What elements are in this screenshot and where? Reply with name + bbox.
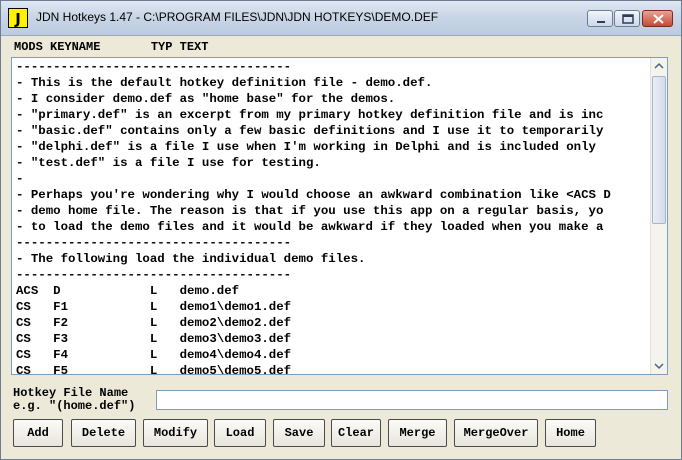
hotkey-file-example: e.g. "(home.def") (13, 399, 136, 413)
editor-lines[interactable]: ------------------------------------- - T… (16, 59, 648, 374)
save-button-label: Save (284, 426, 314, 440)
delete-button[interactable]: Delete (71, 419, 136, 447)
editor-line[interactable]: - This is the default hotkey definition … (16, 75, 648, 91)
editor-line[interactable]: - I consider demo.def as "home base" for… (16, 91, 648, 107)
load-button[interactable]: Load (214, 419, 266, 447)
editor-line[interactable]: - (16, 171, 648, 187)
home-button-label: Home (556, 426, 585, 440)
editor-line[interactable]: - "delphi.def" is a file I use when I'm … (16, 139, 648, 155)
editor-line[interactable]: - "primary.def" is an excerpt from my pr… (16, 107, 648, 123)
editor-line[interactable]: ------------------------------------- (16, 235, 648, 251)
save-button[interactable]: Save (273, 419, 325, 447)
mergeover-button[interactable]: MergeOver (454, 419, 538, 447)
modify-button[interactable]: Modify (143, 419, 208, 447)
home-button[interactable]: Home (545, 419, 596, 447)
editor-line[interactable]: - Perhaps you're wondering why I would c… (16, 187, 648, 203)
vertical-scrollbar[interactable] (650, 58, 667, 374)
close-button[interactable] (642, 10, 673, 27)
editor-line[interactable]: ------------------------------------- (16, 267, 648, 283)
editor-line[interactable]: - The following load the individual demo… (16, 251, 648, 267)
editor-line[interactable]: - to load the demo files and it would be… (16, 219, 648, 235)
title-bar[interactable]: J JDN Hotkeys 1.47 - C:\PROGRAM FILES\JD… (1, 1, 681, 36)
editor-line[interactable]: CS F4 L demo4\demo4.def (16, 347, 648, 363)
merge-button-label: Merge (399, 426, 436, 440)
editor-line[interactable]: CS F5 L demo5\demo5.def (16, 363, 648, 374)
minimize-icon (597, 21, 605, 23)
add-button-label: Add (27, 426, 49, 440)
editor-line[interactable]: CS F2 L demo2\demo2.def (16, 315, 648, 331)
app-icon[interactable]: J (8, 8, 28, 28)
app-window: J JDN Hotkeys 1.47 - C:\PROGRAM FILES\JD… (0, 0, 682, 460)
editor-line[interactable]: - demo home file. The reason is that if … (16, 203, 648, 219)
mergeover-button-label: MergeOver (463, 426, 529, 440)
scroll-up-icon[interactable] (651, 58, 667, 74)
delete-button-label: Delete (81, 426, 126, 440)
add-button[interactable]: Add (13, 419, 63, 447)
editor-line[interactable]: - "basic.def" contains only a few basic … (16, 123, 648, 139)
clear-button-label: Clear (337, 426, 374, 440)
modify-button-label: Modify (153, 426, 198, 440)
window-title: JDN Hotkeys 1.47 - C:\PROGRAM FILES\JDN\… (36, 10, 439, 24)
maximize-button[interactable] (614, 10, 640, 27)
hotkey-file-label: Hotkey File Name (13, 386, 129, 400)
hotkey-definition-editor[interactable]: ------------------------------------- - T… (11, 57, 668, 375)
editor-line[interactable]: ACS D L demo.def (16, 283, 648, 299)
maximize-icon (622, 14, 634, 24)
minimize-button[interactable] (587, 10, 613, 27)
clear-button[interactable]: Clear (331, 419, 381, 447)
editor-line[interactable]: CS F1 L demo1\demo1.def (16, 299, 648, 315)
hotkey-file-name-input[interactable] (156, 390, 668, 410)
editor-line[interactable]: - "test.def" is a file I use for testing… (16, 155, 648, 171)
editor-line[interactable]: CS F3 L demo3\demo3.def (16, 331, 648, 347)
client-area: MODS KEYNAME TYP TEXT ------------------… (2, 36, 680, 459)
scrollbar-thumb[interactable] (652, 76, 666, 224)
load-button-label: Load (225, 426, 255, 440)
close-icon (653, 14, 664, 24)
editor-line[interactable]: ------------------------------------- (16, 59, 648, 75)
column-header: MODS KEYNAME TYP TEXT (14, 40, 209, 54)
merge-button[interactable]: Merge (388, 419, 447, 447)
scroll-down-icon[interactable] (651, 358, 667, 374)
